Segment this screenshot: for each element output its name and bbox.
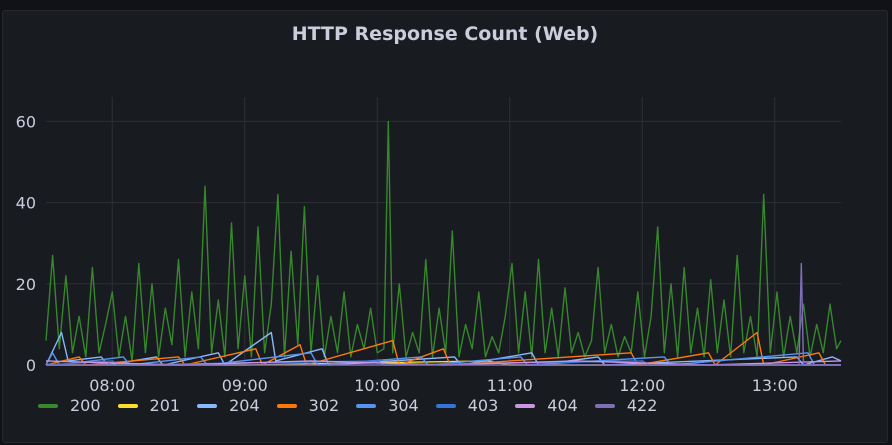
legend-swatch <box>38 403 58 408</box>
series-line-200 <box>45 120 842 362</box>
x-tick-label: 12:00 <box>619 376 665 395</box>
chart-legend: 200 201 204 302 304 403 404 422 <box>38 396 674 415</box>
legend-label: 422 <box>626 396 658 415</box>
legend-item-422[interactable]: 422 <box>594 396 658 415</box>
legend-item-304[interactable]: 304 <box>356 396 419 415</box>
legend-swatch <box>356 403 377 408</box>
legend-item-404[interactable]: 404 <box>515 396 578 415</box>
x-tick-label: 08:00 <box>89 376 135 395</box>
legend-item-200[interactable]: 200 <box>38 396 101 415</box>
x-tick-label: 10:00 <box>354 376 400 395</box>
legend-label: 404 <box>547 396 578 415</box>
y-tick-label: 0 <box>26 356 36 375</box>
legend-item-201[interactable]: 201 <box>117 396 181 415</box>
y-tick-label: 20 <box>16 275 36 294</box>
legend-swatch <box>515 403 536 408</box>
legend-swatch <box>197 403 218 408</box>
legend-item-403[interactable]: 403 <box>435 396 499 415</box>
y-tick-label: 60 <box>16 112 36 131</box>
y-tick-label: 40 <box>16 194 36 213</box>
legend-swatch <box>117 403 138 408</box>
legend-swatch <box>276 403 297 408</box>
x-tick-label: 09:00 <box>222 376 268 395</box>
legend-label: 302 <box>308 396 340 415</box>
legend-item-204[interactable]: 204 <box>197 396 260 415</box>
legend-label: 201 <box>149 396 181 415</box>
legend-label: 304 <box>388 396 419 415</box>
chart-plot-area[interactable]: 0 20 40 60 08:00 09:00 10:00 11:00 12:00 13:00 <box>0 0 892 445</box>
series-line-304 <box>45 352 841 366</box>
legend-swatch <box>435 403 456 408</box>
legend-label: 403 <box>467 396 499 415</box>
x-tick-label: 11:00 <box>487 376 533 395</box>
legend-label: 200 <box>70 396 101 415</box>
legend-item-302[interactable]: 302 <box>276 396 340 415</box>
legend-label: 204 <box>229 396 260 415</box>
x-tick-label: 13:00 <box>752 376 798 395</box>
legend-swatch <box>594 403 615 408</box>
